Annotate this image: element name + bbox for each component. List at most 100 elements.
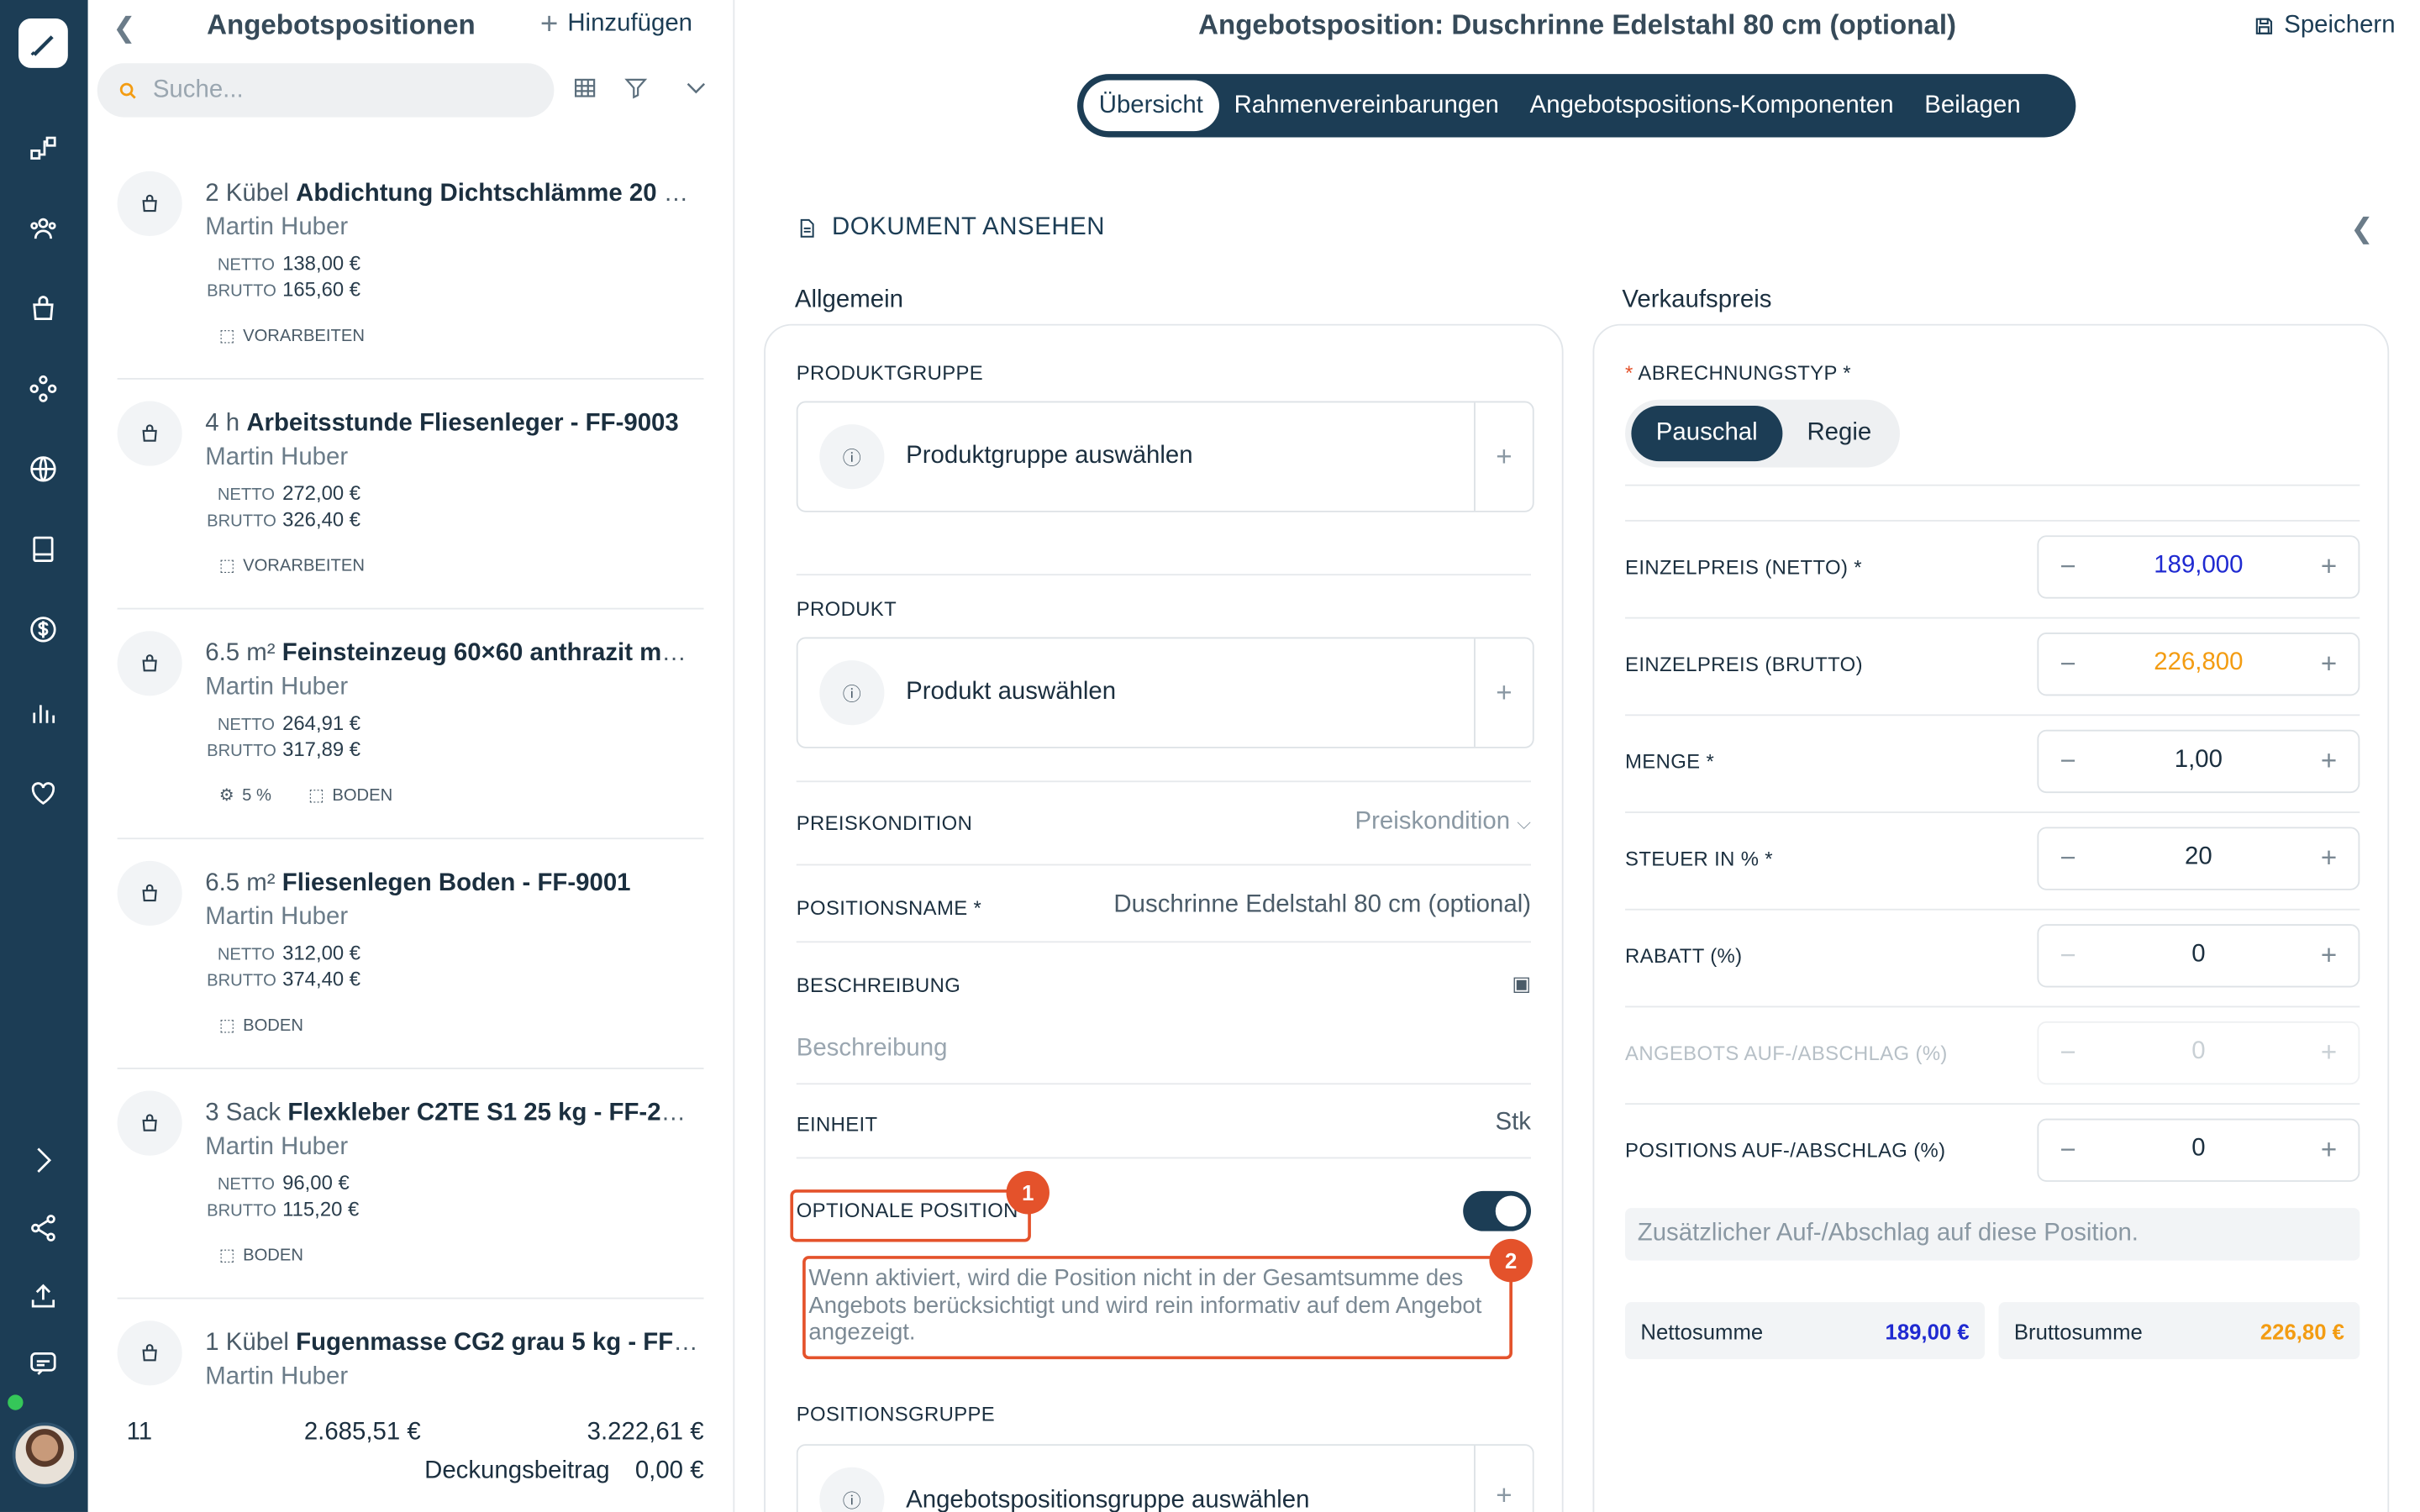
- bruttosumme-value: 226,80 €: [2260, 1318, 2344, 1343]
- team-icon[interactable]: [24, 210, 61, 247]
- plus-button[interactable]: +: [2300, 926, 2359, 986]
- list-item[interactable]: 3 Sack Flexkleber C2TE S1 25 kg - FF-200…: [117, 1069, 704, 1299]
- section-title-verkaufspreis: Verkaufspreis: [1622, 286, 1772, 313]
- einzelpreis-brutto-value[interactable]: 226,800: [2097, 649, 2300, 677]
- upload-icon[interactable]: [24, 1278, 61, 1315]
- bag-icon[interactable]: [24, 290, 61, 327]
- modules-icon[interactable]: [24, 370, 61, 407]
- pen-logo[interactable]: [18, 18, 68, 68]
- minus-button[interactable]: −: [2039, 1120, 2097, 1180]
- produkt-picker[interactable]: ⓘ Produkt auswählen +: [796, 637, 1534, 748]
- preiskondition-select[interactable]: Preiskondition ⌵: [1355, 808, 1531, 836]
- produktgruppe-picker[interactable]: ⓘ Produktgruppe auswählen +: [796, 401, 1534, 512]
- book-icon[interactable]: [24, 531, 61, 568]
- heart-icon[interactable]: [24, 774, 61, 811]
- highlight-box-1: [790, 1189, 1031, 1242]
- field-row-menge: MENGE * − 1,00 +: [1625, 714, 2360, 811]
- collapse-chevron-icon[interactable]: ❮: [2350, 213, 2374, 245]
- rabatt-stepper[interactable]: − 0 +: [2037, 924, 2360, 988]
- positions-aufschlag-value[interactable]: 0: [2097, 1136, 2300, 1163]
- positionsgruppe-label: POSITIONSGRUPPE: [796, 1402, 996, 1426]
- chevron-right-icon[interactable]: [24, 1142, 61, 1179]
- plus-button[interactable]: +: [2300, 1120, 2359, 1180]
- tab-komponenten[interactable]: Angebotspositions-Komponenten: [1514, 81, 1909, 132]
- list-item[interactable]: 1 Kübel Fugenmasse CG2 grau 5 kg - FF-21…: [117, 1299, 704, 1392]
- item-netto: NETTO 138,00 €: [217, 251, 361, 275]
- plus-button[interactable]: +: [2300, 732, 2359, 792]
- share-icon[interactable]: [24, 1210, 61, 1247]
- item-brutto: BRUTTO 374,40 €: [207, 967, 361, 991]
- steuer-stepper[interactable]: − 20 +: [2037, 827, 2360, 890]
- question-circle-icon: ⓘ: [819, 1467, 885, 1512]
- einzelpreis-netto-stepper[interactable]: − 189,000 +: [2037, 535, 2360, 599]
- list-item[interactable]: 4 h Arbeitsstunde Fliesenleger - FF-9003…: [117, 380, 704, 610]
- annotation-badge-2: 2: [1489, 1238, 1533, 1283]
- search-input[interactable]: [152, 76, 508, 104]
- produktgruppe-label: PRODUKTGRUPPE: [796, 360, 984, 385]
- positions-aufschlag-stepper[interactable]: − 0 +: [2037, 1118, 2360, 1182]
- bruttosumme-box: Bruttosumme 226,80 €: [1998, 1302, 2360, 1360]
- tab-rahmenvereinbarungen[interactable]: Rahmenvereinbarungen: [1218, 81, 1514, 132]
- item-netto: NETTO 312,00 €: [217, 941, 361, 964]
- tab-uebersicht[interactable]: Übersicht: [1083, 80, 1219, 132]
- positionsgruppe-picker[interactable]: ⓘ Angebotspositionsgruppe auswählen +: [796, 1444, 1534, 1512]
- dollar-icon[interactable]: [24, 611, 61, 648]
- field-row-positions-aufschlag: POSITIONS AUF-/ABSCHLAG (%) − 0 +: [1625, 1103, 2360, 1200]
- minus-button[interactable]: −: [2039, 634, 2097, 695]
- chart-icon[interactable]: [24, 695, 61, 732]
- steuer-value[interactable]: 20: [2097, 844, 2300, 872]
- minus-button[interactable]: −: [2039, 828, 2097, 889]
- bag-icon: [117, 1320, 182, 1386]
- menge-value[interactable]: 1,00: [2097, 747, 2300, 774]
- list-item[interactable]: 2 Kübel Abdichtung Dichtschlämme 20 kg -…: [117, 150, 704, 380]
- extra-aufschlag-input[interactable]: [1637, 1220, 2348, 1248]
- chat-icon[interactable]: [24, 1346, 61, 1383]
- nettosumme-label: Nettosumme: [1640, 1318, 1764, 1343]
- plus-button[interactable]: +: [2300, 828, 2359, 889]
- einzelpreis-netto-value[interactable]: 189,000: [2097, 553, 2300, 580]
- add-positionsgruppe-button[interactable]: +: [1474, 1445, 1533, 1512]
- image-icon[interactable]: ▣: [1512, 972, 1531, 996]
- extra-aufschlag-field[interactable]: [1625, 1208, 2360, 1261]
- tab-beilagen[interactable]: Beilagen: [1909, 81, 2036, 132]
- section-title-allgemein: Allgemein: [794, 286, 903, 313]
- add-position-button[interactable]: + Hinzufügen: [540, 9, 692, 40]
- globe-icon[interactable]: [24, 450, 61, 487]
- search-box[interactable]: [97, 63, 555, 118]
- optionale-position-toggle[interactable]: [1463, 1190, 1532, 1231]
- category-icon: ⬚: [218, 557, 235, 576]
- chevron-down-icon[interactable]: [684, 76, 712, 103]
- einzelpreis-brutto-stepper[interactable]: − 226,800 +: [2037, 633, 2360, 696]
- minus-button[interactable]: −: [2039, 537, 2097, 597]
- document-view-link[interactable]: DOKUMENT ANSEHEN: [797, 214, 1105, 242]
- filter-icon[interactable]: [623, 76, 651, 103]
- list-item[interactable]: 6.5 m² Fliesenlegen Boden - FF-9001 Mart…: [117, 839, 704, 1069]
- option-pauschal[interactable]: Pauschal: [1631, 406, 1783, 462]
- item-tags: ⬚ VORARBEITEN: [218, 556, 365, 576]
- item-title: 1 Kübel Fugenmasse CG2 grau 5 kg - FF-21…: [205, 1330, 700, 1357]
- minus-button[interactable]: −: [2039, 926, 2097, 986]
- back-chevron-icon[interactable]: ❮: [113, 13, 136, 45]
- plus-button[interactable]: +: [2300, 634, 2359, 695]
- einheit-value[interactable]: Stk: [1496, 1110, 1531, 1137]
- user-avatar[interactable]: [12, 1422, 77, 1488]
- plus-button[interactable]: +: [2300, 537, 2359, 597]
- rabatt-value[interactable]: 0: [2097, 941, 2300, 969]
- add-produkt-button[interactable]: +: [1474, 638, 1533, 747]
- field-row-steuer: STEUER IN % * − 20 +: [1625, 811, 2360, 909]
- beschreibung-input[interactable]: Beschreibung: [797, 1035, 948, 1063]
- positionsname-input[interactable]: Duschrinne Edelstahl 80 cm (optional): [1113, 892, 1531, 920]
- annotation-badge-1: 1: [1006, 1171, 1050, 1215]
- option-regie[interactable]: Regie: [1782, 406, 1897, 461]
- produkt-placeholder: Produkt auswählen: [906, 679, 1117, 706]
- add-produktgruppe-button[interactable]: +: [1474, 402, 1533, 511]
- save-button[interactable]: Speichern: [2253, 13, 2396, 40]
- nettosumme-value: 189,00 €: [1885, 1318, 1970, 1343]
- table-view-icon[interactable]: [572, 76, 600, 103]
- list-item[interactable]: 6.5 m² Feinsteinzeug 60×60 anthrazit mat…: [117, 609, 704, 840]
- question-circle-icon: ⓘ: [819, 660, 885, 726]
- flow-icon[interactable]: [24, 129, 61, 166]
- beschreibung-label: BESCHREIBUNG: [796, 973, 961, 997]
- menge-stepper[interactable]: − 1,00 +: [2037, 729, 2360, 794]
- minus-button[interactable]: −: [2039, 732, 2097, 792]
